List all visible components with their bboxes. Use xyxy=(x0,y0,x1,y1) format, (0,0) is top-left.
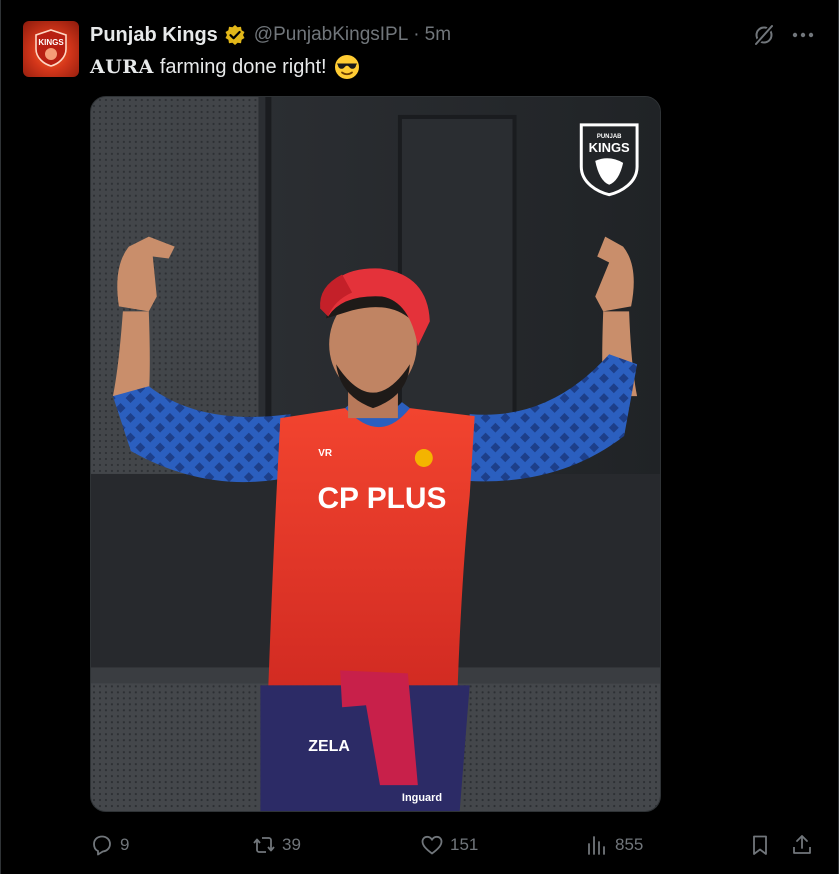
share-button[interactable] xyxy=(790,830,814,860)
bookmark-button[interactable] xyxy=(748,830,772,860)
repost-button[interactable]: 39 xyxy=(252,830,301,860)
bookmark-icon xyxy=(748,833,772,857)
shorts-brand2-text: Inguard xyxy=(402,792,442,804)
tweet-actions: 9 39 151 855 xyxy=(90,830,820,860)
repost-icon xyxy=(252,833,276,857)
verified-badge-icon[interactable] xyxy=(224,24,246,46)
punjab-kings-shield-icon: KINGS xyxy=(35,29,67,67)
grok-icon[interactable] xyxy=(752,23,776,47)
timestamp[interactable]: 5m xyxy=(425,24,451,46)
author-name[interactable]: Punjab Kings xyxy=(90,24,218,47)
tweet-text-aura: AURA xyxy=(90,56,154,78)
reply-count: 9 xyxy=(120,835,130,854)
sunglasses-emoji-icon xyxy=(334,54,360,80)
jersey-sponsor-text: CP PLUS xyxy=(317,482,446,515)
heart-icon xyxy=(420,833,444,857)
tweet-header: Punjab Kings @PunjabKingsIPL · 5m xyxy=(90,22,451,48)
separator-dot: · xyxy=(413,24,420,45)
jersey-small-text: VR xyxy=(318,448,332,459)
views-count: 855 xyxy=(615,835,644,854)
avatar[interactable]: KINGS xyxy=(23,21,79,77)
like-button[interactable]: 151 xyxy=(420,830,478,860)
repost-count: 39 xyxy=(282,835,301,854)
author-handle[interactable]: @PunjabKingsIPL xyxy=(254,24,409,46)
avatar-label: KINGS xyxy=(38,38,64,47)
tweet-text: AURA farming done right! xyxy=(90,54,360,80)
tweet-media-image[interactable]: PUNJAB KINGS CP PLUS VR ZELA Inguard xyxy=(90,96,661,812)
reply-button[interactable]: 9 xyxy=(90,830,129,860)
views-button[interactable]: 855 xyxy=(585,830,643,860)
more-options-icon[interactable] xyxy=(790,23,816,47)
reply-icon xyxy=(90,833,114,857)
like-count: 151 xyxy=(450,835,479,854)
logo-main-text: KINGS xyxy=(589,140,630,155)
share-icon xyxy=(790,833,814,857)
tweet-card[interactable]: KINGS Punjab Kings @PunjabKingsIPL · 5m xyxy=(0,0,839,874)
views-chart-icon xyxy=(585,833,609,857)
tweet-text-rest: farming done right! xyxy=(159,55,327,78)
shorts-brand-text: ZELA xyxy=(308,738,350,755)
